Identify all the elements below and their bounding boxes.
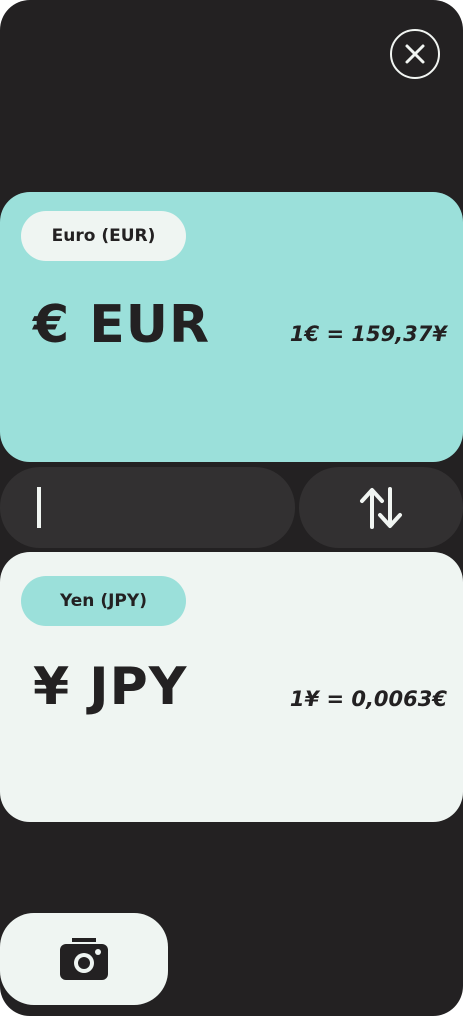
- camera-icon: [60, 938, 108, 980]
- app-screen: Euro (EUR) € EUR 1€ = 159,37¥ Yen (JPY) …: [0, 0, 463, 1016]
- from-currency-rate: 1€ = 159,37¥: [289, 322, 447, 346]
- to-currency-code: ¥ JPY: [33, 657, 188, 717]
- swap-vertical-icon: [360, 486, 402, 529]
- to-currency-rate: 1¥ = 0,0063€: [289, 687, 447, 711]
- close-button[interactable]: [390, 29, 440, 79]
- from-currency-card[interactable]: Euro (EUR) € EUR 1€ = 159,37¥: [0, 192, 463, 462]
- amount-input[interactable]: [0, 467, 295, 548]
- to-currency-card[interactable]: Yen (JPY) ¥ JPY 1¥ = 0,0063€: [0, 552, 463, 822]
- text-caret: [37, 487, 41, 528]
- to-currency-name: Yen (JPY): [60, 591, 147, 611]
- swap-currencies-button[interactable]: [299, 467, 463, 548]
- camera-button[interactable]: [0, 913, 168, 1005]
- to-currency-selector[interactable]: Yen (JPY): [21, 576, 186, 626]
- from-currency-code: € EUR: [33, 295, 211, 355]
- from-currency-name: Euro (EUR): [51, 226, 156, 246]
- from-currency-selector[interactable]: Euro (EUR): [21, 211, 186, 261]
- close-icon: [405, 44, 425, 64]
